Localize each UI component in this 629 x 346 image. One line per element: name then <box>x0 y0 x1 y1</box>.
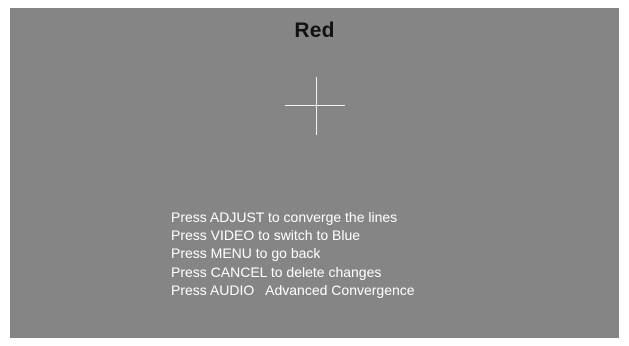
instruction-adjust: Press ADJUST to converge the lines <box>171 209 398 225</box>
instruction-menu: Press MENU to go back <box>171 245 321 262</box>
instruction-video: Press VIDEO to switch to Blue <box>171 227 361 244</box>
crosshair-horizontal-line <box>285 105 345 106</box>
instruction-audio: Press AUDIO Advanced Convergence <box>171 281 415 298</box>
screen-title: Red <box>294 19 335 42</box>
crosshair-icon <box>285 77 345 135</box>
instruction-list: Press ADJUST to converge the lines Press… <box>171 208 415 299</box>
crosshair-vertical-line <box>316 77 317 135</box>
convergence-screen: Red Press ADJUST to converge the lines P… <box>10 8 619 338</box>
instruction-cancel: Press CANCEL to delete changes <box>171 263 382 280</box>
